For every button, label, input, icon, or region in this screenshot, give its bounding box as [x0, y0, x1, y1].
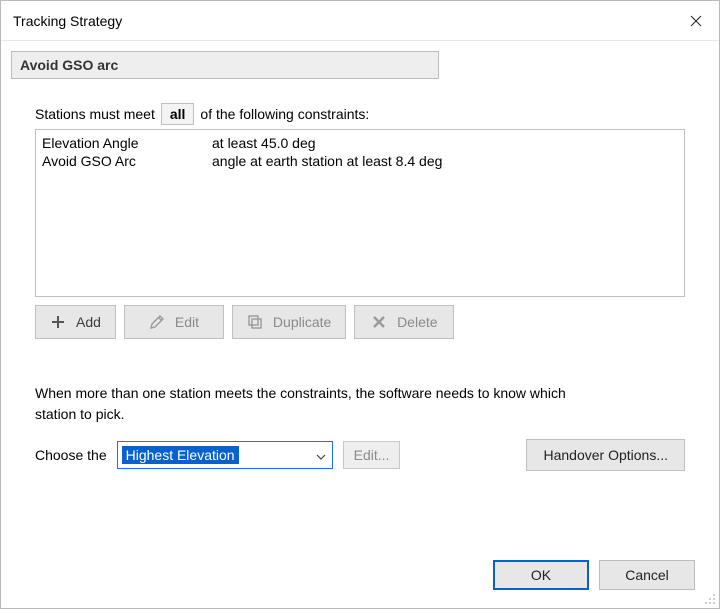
constraint-name: Avoid GSO Arc: [42, 153, 212, 169]
constraint-quantifier-line: Stations must meet all of the following …: [35, 103, 685, 125]
cancel-button[interactable]: Cancel: [599, 560, 695, 590]
plus-icon: [50, 314, 66, 330]
duplicate-button[interactable]: Duplicate: [232, 305, 346, 339]
choose-row: Choose the Highest Elevation Edit... Han…: [35, 439, 685, 471]
dialog-footer: OK Cancel: [11, 542, 709, 608]
delete-label: Delete: [397, 314, 437, 330]
add-button[interactable]: Add: [35, 305, 116, 339]
choose-edit-button[interactable]: Edit...: [343, 441, 401, 469]
duplicate-label: Duplicate: [273, 314, 331, 330]
choose-label: Choose the: [35, 447, 107, 463]
picker-explanation: When more than one station meets the con…: [35, 383, 595, 425]
choose-combo[interactable]: Highest Elevation: [117, 441, 333, 469]
constraint-name: Elevation Angle: [42, 135, 212, 151]
window-title: Tracking Strategy: [13, 13, 673, 29]
edit-label: Edit: [175, 314, 199, 330]
list-item[interactable]: Avoid GSO Arc angle at earth station at …: [42, 152, 678, 170]
label-post: of the following constraints:: [200, 106, 369, 122]
ok-button[interactable]: OK: [493, 560, 589, 590]
resize-grip-icon[interactable]: [704, 593, 716, 605]
handover-options-button[interactable]: Handover Options...: [526, 439, 685, 471]
choose-selected: Highest Elevation: [122, 446, 239, 464]
close-icon: [690, 15, 702, 27]
quantifier-selector[interactable]: all: [161, 103, 195, 125]
duplicate-icon: [247, 314, 263, 330]
constraint-desc: at least 45.0 deg: [212, 135, 678, 151]
constraint-desc: angle at earth station at least 8.4 deg: [212, 153, 678, 169]
edit-button[interactable]: Edit: [124, 305, 224, 339]
label-pre: Stations must meet: [35, 106, 155, 122]
delete-button[interactable]: Delete: [354, 305, 454, 339]
constraints-toolbar: Add Edit Duplicate Delete: [35, 305, 685, 339]
titlebar: Tracking Strategy: [1, 1, 719, 41]
close-button[interactable]: [673, 1, 719, 41]
pencil-icon: [149, 314, 165, 330]
add-label: Add: [76, 314, 101, 330]
strategy-name-field[interactable]: Avoid GSO arc: [11, 51, 439, 79]
dialog-tracking-strategy: Tracking Strategy Avoid GSO arc Stations…: [0, 0, 720, 609]
constraints-list[interactable]: Elevation Angle at least 45.0 deg Avoid …: [35, 129, 685, 297]
list-item[interactable]: Elevation Angle at least 45.0 deg: [42, 134, 678, 152]
chevron-down-icon: [316, 448, 326, 463]
delete-icon: [371, 314, 387, 330]
